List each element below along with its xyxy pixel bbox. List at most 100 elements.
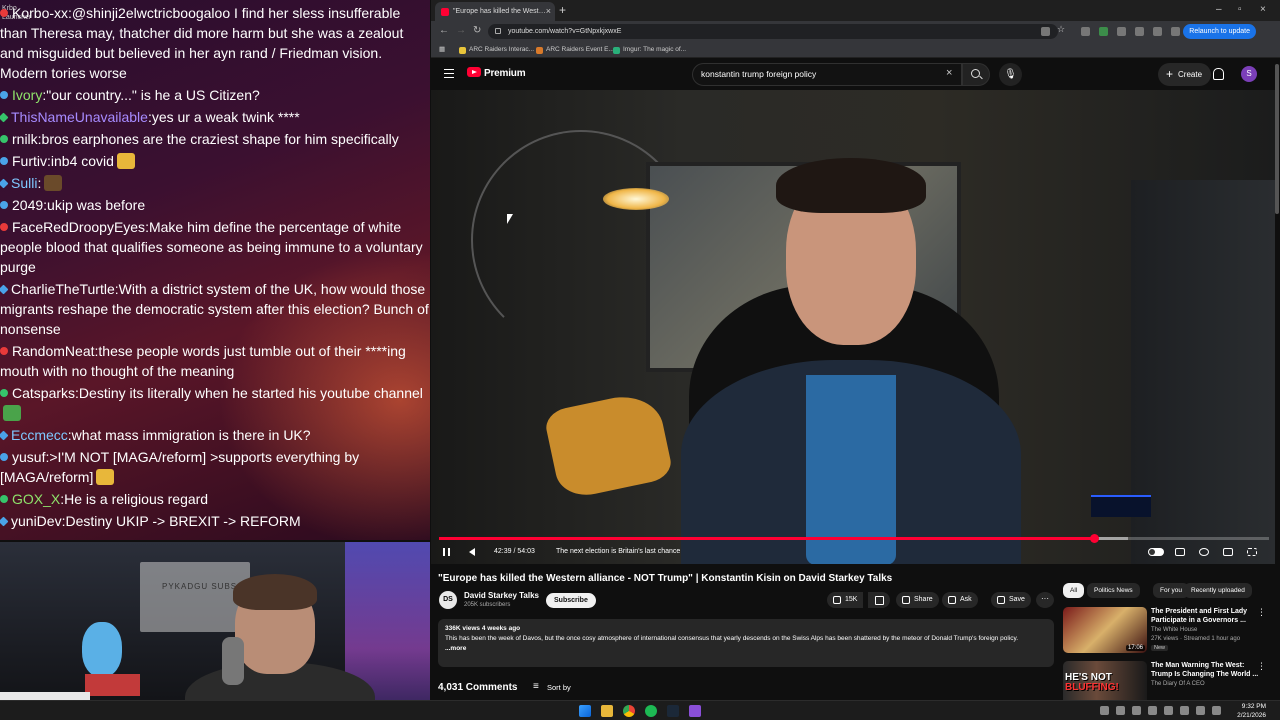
install-app-icon[interactable] (1041, 27, 1050, 36)
create-button[interactable]: Create (1158, 63, 1212, 86)
like-button[interactable]: 15K (827, 592, 864, 608)
extension-icon[interactable] (1135, 27, 1144, 36)
extension-icon[interactable] (1099, 27, 1108, 36)
file-explorer-icon[interactable] (601, 705, 613, 717)
sort-comments-button[interactable]: Sort by (533, 681, 571, 693)
more-options-icon[interactable]: ⋮ (1257, 607, 1266, 618)
scrubber-handle[interactable] (1089, 534, 1099, 543)
bookmark-star-icon[interactable]: ☆ (1057, 24, 1066, 34)
obsidian-icon[interactable] (689, 705, 701, 717)
browser-tab-active[interactable]: "Europe has killed the West… × (435, 2, 555, 21)
fullscreen-icon[interactable] (1247, 548, 1257, 556)
extensions-puzzle-icon[interactable] (1153, 27, 1162, 36)
steam-icon[interactable] (667, 705, 679, 717)
tab-title: "Europe has killed the West… (453, 8, 546, 15)
pause-icon[interactable] (443, 548, 450, 556)
downloads-icon[interactable] (1171, 27, 1180, 36)
tray-app-icon[interactable] (1132, 706, 1141, 715)
tray-app-icon[interactable] (1164, 706, 1173, 715)
chat-username[interactable]: Furtiv (12, 153, 47, 169)
extension-icon[interactable] (1117, 27, 1126, 36)
start-menu-icon[interactable] (579, 705, 591, 717)
video-description[interactable]: 336K views 4 weeks ago This has been the… (438, 619, 1054, 667)
search-input[interactable]: konstantin trump foreign policy (692, 63, 962, 86)
chat-username[interactable]: Catsparks (12, 385, 75, 401)
recommended-channel[interactable]: The White House (1151, 627, 1197, 633)
chat-username[interactable]: RandomNeat (12, 343, 95, 359)
chrome-icon[interactable] (623, 705, 635, 717)
ask-button[interactable]: Ask (942, 592, 978, 608)
search-button[interactable] (962, 63, 990, 86)
subtitles-icon[interactable] (1175, 548, 1185, 556)
tray-app-icon[interactable] (1116, 706, 1125, 715)
chat-username[interactable]: GOX_X (12, 491, 60, 507)
account-avatar[interactable]: S (1241, 66, 1257, 82)
site-info-icon[interactable] (495, 28, 501, 34)
menu-icon[interactable] (444, 69, 454, 78)
spotify-icon[interactable] (645, 705, 657, 717)
forward-icon[interactable]: → (456, 25, 466, 36)
dislike-button[interactable] (868, 592, 890, 608)
maximize-icon[interactable]: ▫ (1238, 2, 1242, 18)
youtube-premium-wordmark[interactable]: Premium (484, 68, 526, 79)
bookmark-item[interactable]: ARC Raiders Event E... (536, 44, 614, 56)
chat-username[interactable]: 2049 (12, 197, 43, 213)
share-button[interactable]: Share (896, 592, 939, 608)
chip-all[interactable]: All (1063, 583, 1085, 598)
chat-username[interactable]: Sulli (11, 175, 37, 191)
url-input[interactable]: youtube.com/watch?v=GtNpxkjxwxE (488, 24, 1058, 39)
volume-icon[interactable] (469, 548, 475, 556)
youtube-logo-icon[interactable] (467, 67, 481, 77)
chat-username[interactable]: yuniDev (11, 513, 62, 529)
notifications-bell-icon[interactable] (1213, 68, 1224, 80)
recommended-video[interactable]: 17:06 The President and First Lady Parti… (1063, 607, 1268, 657)
voice-search-button[interactable]: 🎙 (999, 63, 1022, 86)
chip-politics-news[interactable]: Politics News (1087, 583, 1140, 598)
bookmark-item[interactable]: ARC Raiders Interac... (459, 44, 534, 56)
theater-mode-icon[interactable] (1223, 548, 1233, 556)
more-options-icon[interactable]: ⋮ (1257, 661, 1266, 672)
close-window-icon[interactable]: × (1260, 2, 1266, 18)
show-more-link[interactable]: ...more (445, 644, 1047, 654)
apps-grid-icon[interactable]: ▦ (439, 44, 445, 56)
video-player[interactable] (431, 90, 1275, 564)
minimize-icon[interactable]: – (1216, 2, 1222, 18)
chat-username[interactable]: Eccmecc (11, 427, 68, 443)
recommended-title[interactable]: The Man Warning The West: Trump Is Chang… (1151, 661, 1259, 679)
extension-icon[interactable] (1081, 27, 1090, 36)
network-icon[interactable] (1180, 706, 1189, 715)
recommended-channel[interactable]: The Diary Of A CEO (1151, 681, 1205, 687)
chapter-title[interactable]: The next election is Britain's last chan… (556, 543, 680, 561)
autoplay-toggle[interactable] (1148, 548, 1164, 556)
more-actions-button[interactable]: ··· (1036, 592, 1054, 608)
chat-username[interactable]: rnilk (12, 131, 38, 147)
channel-avatar[interactable]: DS (439, 591, 457, 609)
close-tab-icon[interactable]: × (546, 2, 551, 21)
channel-name[interactable]: David Starkey Talks (464, 591, 539, 600)
recommended-title[interactable]: The President and First Lady Participate… (1151, 607, 1259, 625)
settings-gear-icon[interactable] (1199, 548, 1209, 556)
speaker-icon[interactable] (1196, 706, 1205, 715)
chat-username[interactable]: ThisNameUnavailable (11, 109, 148, 125)
chat-username[interactable]: yusuf (12, 449, 45, 465)
bookmark-item[interactable]: Imgur: The magic of... (613, 44, 686, 56)
chat-username[interactable]: Korbo-xx (12, 5, 68, 21)
video-thumbnail[interactable]: 17:06 (1063, 607, 1147, 653)
video-progress-bar[interactable] (439, 534, 1269, 543)
chat-username[interactable]: FaceRedDroopyEyes (12, 219, 145, 235)
back-icon[interactable]: ← (439, 25, 449, 36)
new-tab-icon[interactable]: + (559, 2, 566, 19)
save-button[interactable]: Save (991, 592, 1031, 608)
chip-recently-uploaded[interactable]: Recently uploaded (1184, 583, 1252, 598)
tray-chevron-icon[interactable] (1100, 706, 1109, 715)
chat-username[interactable]: Ivory (12, 87, 42, 103)
tray-app-icon[interactable] (1148, 706, 1157, 715)
clear-search-icon[interactable]: × (946, 67, 952, 79)
page-scrollbar[interactable] (1275, 64, 1279, 214)
relaunch-button[interactable]: Relaunch to update (1183, 24, 1256, 39)
system-clock[interactable]: 9:32 PM 2/21/2026 (1237, 702, 1266, 720)
chat-username[interactable]: CharlieTheTurtle (11, 281, 115, 297)
subscribe-button[interactable]: Subscribe (546, 593, 596, 608)
reload-icon[interactable]: ↻ (473, 25, 481, 36)
battery-icon[interactable] (1212, 706, 1221, 715)
